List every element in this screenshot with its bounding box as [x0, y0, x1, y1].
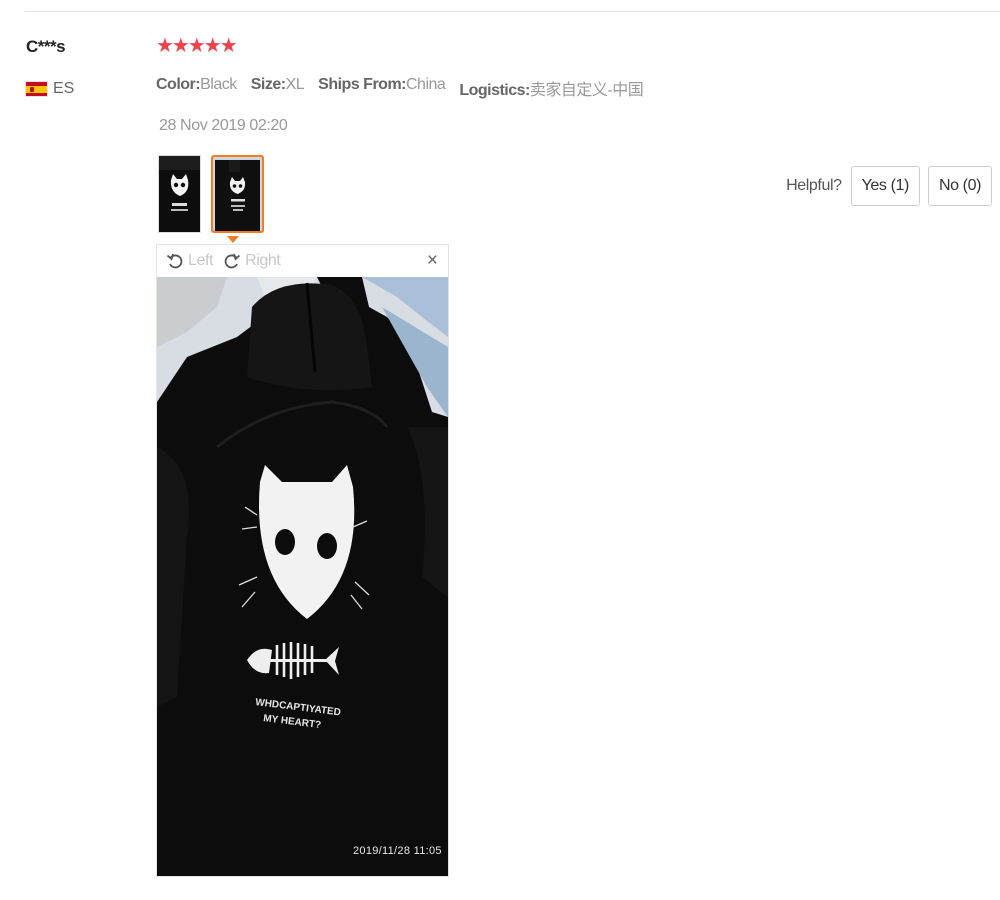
selected-thumbnail-pointer-icon [227, 236, 239, 243]
attribute-logistics: Logistics:卖家自定义-中国 [459, 82, 644, 99]
rotate-left-label: Left [188, 252, 214, 269]
helpful-no-button[interactable]: No (0) [927, 166, 992, 206]
divider [25, 11, 1000, 12]
rotate-left-button[interactable]: Left [166, 252, 213, 270]
helpful-label: Helpful? [786, 177, 842, 194]
order-attributes: Color:Black Size:XL Ships From:China Log… [156, 76, 644, 100]
attribute-ships-from: Ships From:China [318, 76, 446, 93]
rotate-left-icon [166, 253, 183, 269]
rotate-right-button[interactable]: Right [223, 252, 281, 270]
rotate-right-icon [224, 253, 241, 269]
star-rating: ★★★★★ [156, 35, 238, 57]
close-viewer-button[interactable]: × [427, 251, 438, 271]
spain-flag-icon [26, 82, 47, 96]
reviewer-name: C***s [26, 37, 66, 56]
attribute-size: Size:XL [250, 76, 305, 93]
review-photo-thumbnail-2-selected[interactable] [211, 155, 264, 233]
rotate-right-label: Right [245, 252, 281, 269]
photo-viewer: Left Right × WHDCAPTIYATED MY HEART? 201… [156, 244, 449, 877]
helpful-vote: Helpful? Yes (1) No (0) [786, 166, 992, 206]
country-code: ES [53, 80, 75, 97]
helpful-yes-button[interactable]: Yes (1) [850, 166, 920, 206]
reviewer-country: ES [26, 80, 74, 98]
photo-timestamp: 2019/11/28 11:05 [353, 845, 442, 857]
review-photo-thumbnail-1[interactable] [158, 155, 201, 233]
attribute-color: Color:Black [156, 76, 237, 93]
review-photo-large: WHDCAPTIYATED MY HEART? 2019/11/28 11:05 [157, 277, 448, 876]
photo-viewer-toolbar: Left Right × [157, 245, 448, 277]
review-date: 28 Nov 2019 02:20 [159, 117, 288, 134]
